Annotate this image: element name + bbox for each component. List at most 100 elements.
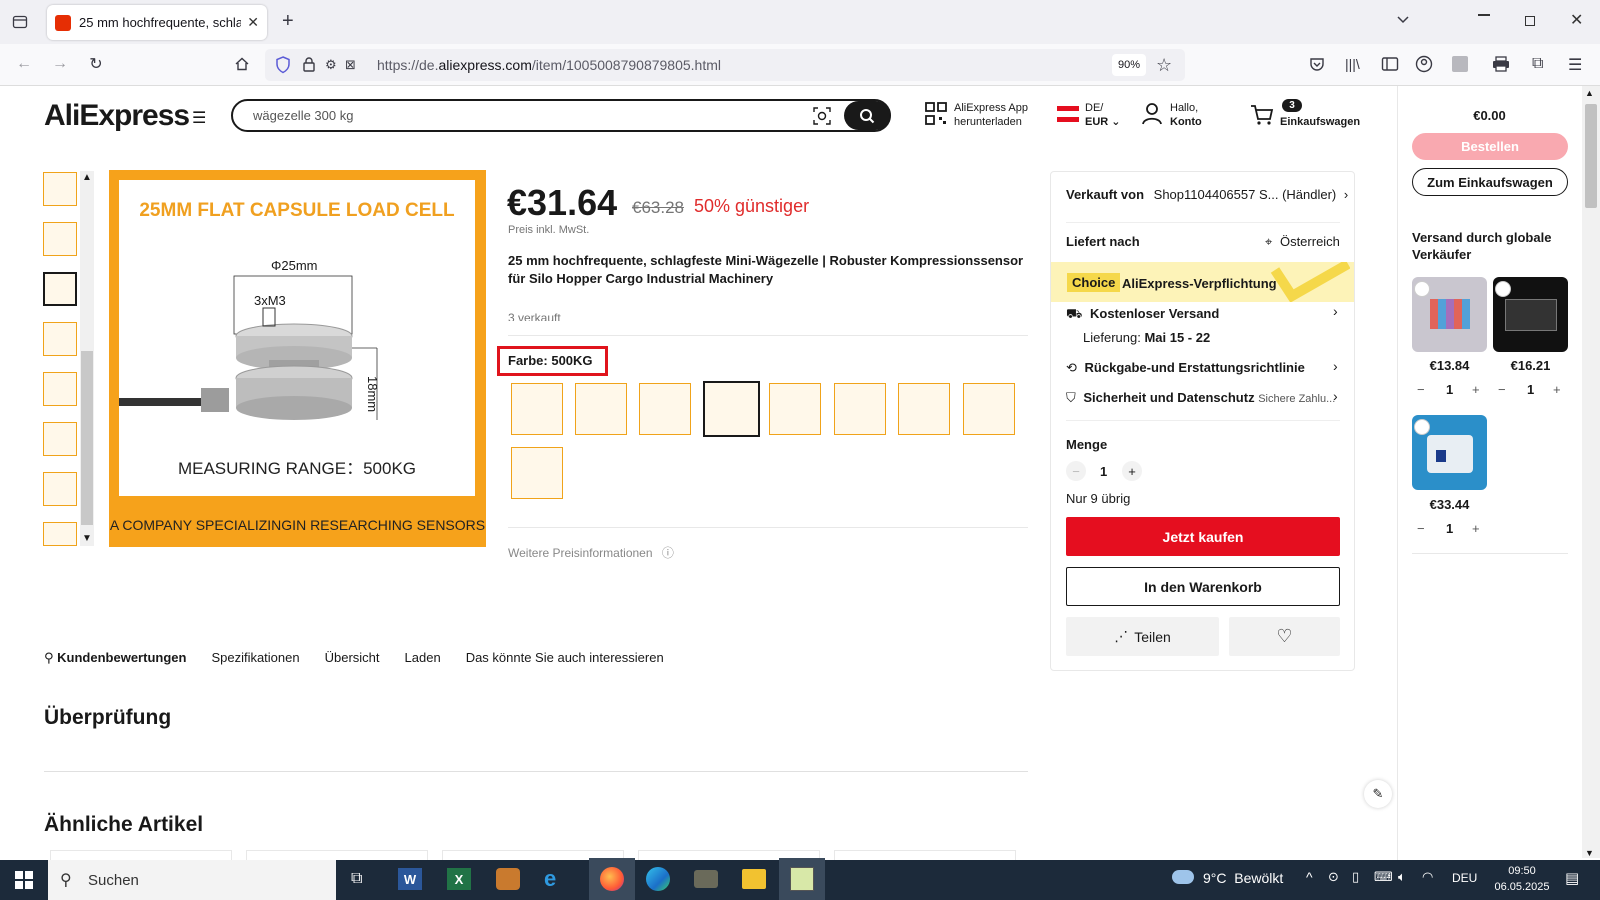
security-row[interactable]: ⛉ Sicherheit und Datenschutz Sichere Zah…	[1066, 390, 1335, 406]
reload-icon[interactable]: ↻	[86, 54, 106, 74]
chevron-right-icon[interactable]: ›	[1333, 388, 1338, 404]
similar-item-card[interactable]	[246, 850, 428, 860]
free-shipping-row[interactable]: ⛟ Kostenloser Versand	[1066, 306, 1219, 324]
thumbnail-6[interactable]	[43, 422, 77, 456]
edit-feedback-icon[interactable]: ✎	[1364, 780, 1392, 808]
internet-explorer-icon[interactable]: e	[544, 866, 556, 892]
window-minimize-icon[interactable]	[1478, 14, 1490, 16]
wishlist-button[interactable]: ♡	[1229, 617, 1340, 656]
tab-specifications[interactable]: Spezifikationen	[211, 650, 299, 666]
variant-option-1[interactable]	[511, 383, 563, 435]
tray-chevron-up-icon[interactable]: ^	[1306, 869, 1313, 885]
seller-row[interactable]: Verkauft von Shop1104406557 S... (Händle…	[1066, 187, 1348, 202]
permissions-icon[interactable]: ⚙	[325, 57, 337, 73]
forward-arrow-icon[interactable]: →	[50, 54, 70, 74]
weather-cloud-icon[interactable]	[1172, 870, 1194, 884]
share-button[interactable]: ⋰ Teilen	[1066, 617, 1219, 656]
sidebar-icon[interactable]	[1381, 56, 1399, 72]
notification-center-icon[interactable]: ▤	[1565, 869, 1579, 887]
add-to-cart-button[interactable]: In den Warenkorb	[1066, 567, 1340, 606]
thumbnail-3-selected[interactable]	[43, 272, 77, 306]
word-app-icon[interactable]: W	[398, 868, 422, 890]
taskbar-search-box[interactable]: Suchen	[48, 860, 336, 900]
go-to-cart-button[interactable]: Zum Einkaufswagen	[1412, 168, 1568, 196]
bookmark-star-icon[interactable]: ☆	[1156, 55, 1172, 76]
back-arrow-icon[interactable]: ←	[14, 54, 34, 74]
thumbnail-scroll-up-icon[interactable]: ▲	[82, 172, 92, 183]
tab-list-icon[interactable]	[10, 12, 30, 32]
buy-now-button[interactable]: Jetzt kaufen	[1066, 517, 1340, 556]
volume-icon[interactable]: 🔈︎	[1398, 869, 1406, 885]
item-1-quantity[interactable]: 1	[1446, 382, 1453, 397]
thumbnail-scrollbar-thumb[interactable]	[81, 351, 93, 525]
tracking-shield-icon[interactable]	[275, 56, 291, 74]
thumbnail-2[interactable]	[43, 222, 77, 256]
variant-option-9[interactable]	[511, 447, 563, 499]
variant-option-5[interactable]	[769, 383, 821, 435]
library-icon[interactable]: |||\	[1345, 56, 1360, 72]
windows-start-icon[interactable]	[15, 871, 33, 889]
extension-icon[interactable]	[1452, 56, 1468, 72]
app-icon[interactable]	[694, 870, 718, 888]
thumbnail-5[interactable]	[43, 372, 77, 406]
network-icon[interactable]: ◠	[1422, 869, 1433, 885]
home-icon[interactable]	[234, 56, 250, 72]
weather-text[interactable]: 9°C Bewölkt	[1203, 870, 1283, 886]
search-button[interactable]	[844, 101, 890, 130]
page-scrollbar-thumb[interactable]	[1585, 104, 1597, 208]
item-2-quantity[interactable]: 1	[1527, 382, 1534, 397]
cart-label[interactable]: Einkaufswagen	[1280, 115, 1360, 129]
variant-option-8[interactable]	[963, 383, 1015, 435]
tab-overview[interactable]: Übersicht	[325, 650, 380, 666]
quantity-value[interactable]: 1	[1100, 464, 1107, 479]
excel-app-icon[interactable]: X	[447, 868, 471, 890]
locale-selector[interactable]: DE/ EUR ⌄	[1085, 101, 1121, 129]
clock[interactable]: 09:50 06.05.2025	[1492, 863, 1552, 895]
input-language[interactable]: DEU	[1452, 871, 1477, 885]
select-item-2-checkbox[interactable]	[1495, 281, 1511, 297]
account-icon[interactable]	[1415, 55, 1433, 73]
item-1-increase-button[interactable]: +	[1472, 382, 1480, 397]
pocket-icon[interactable]	[1309, 56, 1325, 72]
edge-icon[interactable]	[646, 867, 670, 891]
similar-item-card[interactable]	[50, 850, 232, 860]
tray-icon[interactable]: ⊙	[1328, 869, 1339, 885]
more-price-info-link[interactable]: Weitere Preisinformationen ⓘ	[508, 544, 674, 561]
app-icon[interactable]	[496, 868, 520, 890]
task-view-icon[interactable]: ⧉	[351, 870, 362, 888]
ship-to-selector[interactable]: ⌖ Österreich	[1265, 234, 1340, 250]
tab-reviews[interactable]: ⚲ Kundenbewertungen	[44, 650, 186, 666]
battery-icon[interactable]: ▯	[1352, 869, 1359, 885]
variant-option-7[interactable]	[898, 383, 950, 435]
select-item-3-checkbox[interactable]	[1414, 419, 1430, 435]
variant-option-4-selected[interactable]	[703, 381, 760, 437]
item-2-decrease-button[interactable]: −	[1498, 382, 1506, 397]
similar-item-card[interactable]	[834, 850, 1016, 860]
category-menu-icon[interactable]: ☰	[192, 108, 206, 128]
chevron-right-icon[interactable]: ›	[1333, 303, 1338, 319]
thumbnail-4[interactable]	[43, 322, 77, 356]
quantity-decrease-button[interactable]: −	[1066, 461, 1086, 481]
account-link[interactable]: Hallo, Konto	[1170, 101, 1202, 129]
user-icon[interactable]	[1141, 102, 1163, 126]
file-explorer-icon[interactable]	[742, 869, 766, 889]
window-restore-icon[interactable]	[1525, 16, 1535, 26]
thumbnail-7[interactable]	[43, 472, 77, 506]
thumbnail-1[interactable]	[43, 172, 77, 206]
thumbnail-8[interactable]	[43, 522, 77, 546]
variant-option-6[interactable]	[834, 383, 886, 435]
thumbnail-scroll-down-icon[interactable]: ▼	[82, 533, 92, 544]
cart-icon[interactable]	[1250, 104, 1274, 126]
order-button[interactable]: Bestellen	[1412, 133, 1568, 160]
chevron-right-icon[interactable]: ›	[1333, 358, 1338, 374]
item-3-quantity[interactable]: 1	[1446, 521, 1453, 536]
returns-row[interactable]: ⟲ Rückgabe-und Erstattungsrichtlinie	[1066, 360, 1305, 376]
quantity-increase-button[interactable]: +	[1122, 461, 1142, 481]
tab-close-icon[interactable]: ✕	[247, 14, 259, 31]
qr-code-icon[interactable]	[925, 102, 947, 126]
aliexpress-logo[interactable]: AliExpress	[44, 99, 190, 133]
blocked-notification-icon[interactable]: ⊠	[345, 57, 356, 73]
item-2-increase-button[interactable]: +	[1553, 382, 1561, 397]
language-ime-icon[interactable]: ⌨	[1374, 869, 1393, 885]
search-input[interactable]: wägezelle 300 kg	[231, 99, 891, 132]
